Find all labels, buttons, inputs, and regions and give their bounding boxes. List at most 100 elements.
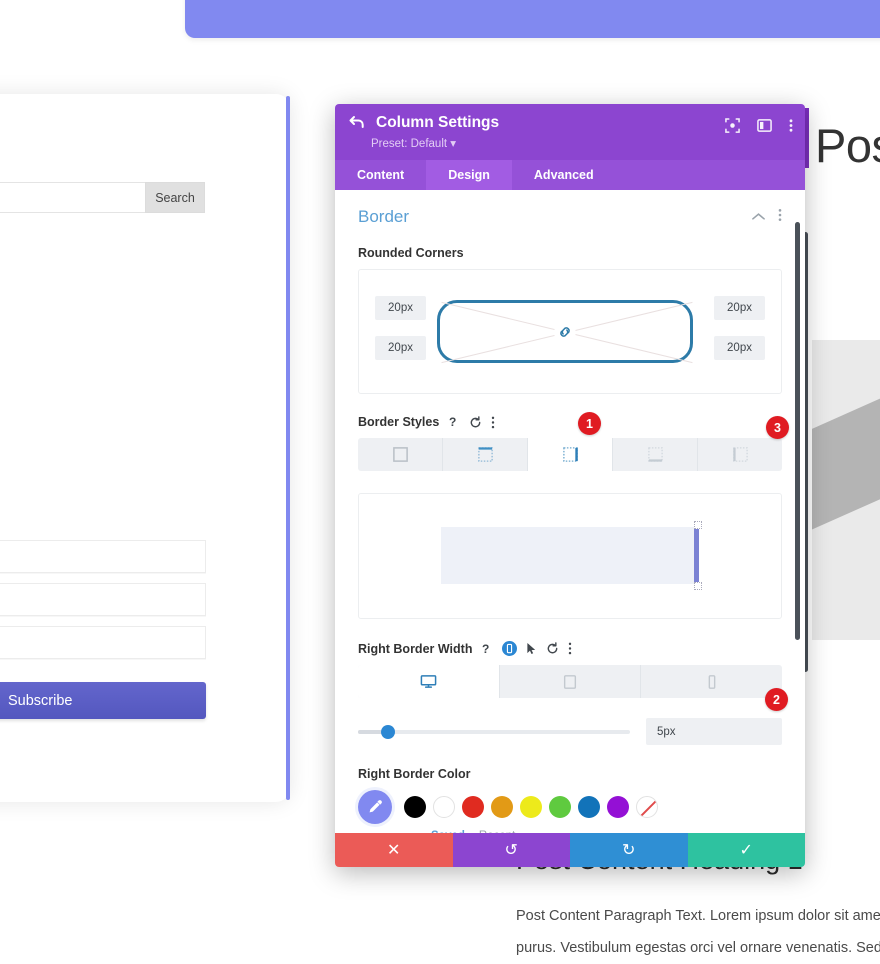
preset-selector[interactable]: Preset: Default ▾ bbox=[371, 136, 791, 150]
recent-colors-tab[interactable]: Recent bbox=[479, 830, 515, 834]
modal-header: Column Settings Preset: Default ▾ bbox=[335, 104, 805, 160]
color-swatch-row bbox=[358, 790, 782, 824]
swatch-green[interactable] bbox=[549, 796, 571, 818]
modal-body: Border Rounded Corners 20px 20px 20px 20… bbox=[335, 190, 805, 833]
paragraph-line-1: Post Content Paragraph Text. Lorem ipsum… bbox=[516, 908, 880, 924]
post-title: Pos bbox=[815, 119, 880, 172]
rounded-corners-control: 20px 20px 20px 20px bbox=[358, 269, 782, 394]
annotation-badge-3: 3 bbox=[766, 416, 789, 439]
chevron-down-icon: ▾ bbox=[450, 138, 457, 150]
border-preview-box bbox=[358, 493, 782, 619]
phone-icon[interactable] bbox=[641, 665, 782, 698]
more-colors-icon[interactable]: ••• bbox=[378, 828, 417, 833]
right-border-width-value[interactable]: 5px bbox=[646, 718, 782, 745]
border-preview-element bbox=[441, 521, 702, 590]
corner-top-right-input[interactable]: 20px bbox=[714, 296, 765, 320]
border-style-right-side[interactable] bbox=[528, 438, 613, 471]
column-settings-modal: Column Settings Preset: Default ▾ Conten… bbox=[335, 104, 805, 867]
category-banner bbox=[185, 0, 880, 38]
cursor-hover-icon[interactable] bbox=[526, 642, 537, 656]
annotation-badge-1: 1 bbox=[578, 412, 601, 435]
annotation-badge-2: 2 bbox=[765, 688, 788, 711]
focus-icon[interactable] bbox=[725, 118, 740, 138]
swatch-purple[interactable] bbox=[607, 796, 629, 818]
cancel-button[interactable]: ✕ bbox=[335, 833, 453, 867]
help-icon[interactable]: ? bbox=[481, 642, 493, 656]
corner-preview-shape bbox=[437, 300, 693, 363]
preview-handle[interactable] bbox=[694, 521, 702, 529]
border-styles-label: Border Styles bbox=[358, 415, 440, 429]
tablet-icon[interactable] bbox=[500, 665, 642, 698]
subscribe-field-extra[interactable] bbox=[0, 626, 206, 659]
border-style-bottom-side[interactable] bbox=[613, 438, 698, 471]
border-style-left-side[interactable] bbox=[698, 438, 782, 471]
search-input[interactable] bbox=[0, 182, 145, 213]
responsive-icon[interactable] bbox=[502, 641, 518, 656]
chevron-up-icon[interactable] bbox=[752, 208, 765, 226]
right-border-width-label-row: Right Border Width ? bbox=[358, 641, 782, 656]
swatch-white[interactable] bbox=[433, 796, 455, 818]
kebab-menu-icon[interactable] bbox=[568, 642, 572, 655]
kebab-menu-icon[interactable] bbox=[778, 208, 782, 227]
image-placeholder-diagonal bbox=[812, 340, 880, 545]
reset-icon[interactable] bbox=[546, 642, 559, 655]
corner-top-left-input[interactable]: 20px bbox=[375, 296, 426, 320]
swatch-black[interactable] bbox=[404, 796, 426, 818]
preview-right-border bbox=[694, 527, 699, 584]
sidebar-search-widget[interactable]: Search bbox=[0, 182, 205, 213]
slider-knob[interactable] bbox=[380, 724, 395, 739]
subscribe-field-name[interactable] bbox=[0, 540, 206, 573]
help-icon[interactable]: ? bbox=[448, 415, 460, 429]
paragraph-line-2: purus. Vestibulum egestas orci vel ornar… bbox=[516, 940, 880, 956]
post-content-paragraph: Post Content Paragraph Text. Lorem ipsum… bbox=[516, 900, 880, 964]
save-button[interactable]: ✓ bbox=[687, 833, 805, 867]
right-border-color-label: Right Border Color bbox=[358, 767, 471, 781]
modal-tabs: Content Design Advanced bbox=[335, 160, 805, 190]
saved-colors-tab[interactable]: Saved bbox=[431, 830, 465, 834]
svg-text:?: ? bbox=[482, 642, 489, 656]
border-style-top-side[interactable] bbox=[443, 438, 528, 471]
swatch-red[interactable] bbox=[462, 796, 484, 818]
kebab-menu-icon[interactable] bbox=[789, 118, 793, 138]
right-border-width-label: Right Border Width bbox=[358, 641, 473, 656]
kebab-menu-icon[interactable] bbox=[491, 416, 495, 429]
reset-icon[interactable] bbox=[469, 415, 482, 429]
section-title: Border bbox=[358, 207, 410, 226]
redo-button[interactable]: ↻ bbox=[570, 833, 688, 867]
eyedropper-icon[interactable] bbox=[358, 790, 392, 824]
border-section-header: Border bbox=[358, 207, 782, 227]
undo-button[interactable]: ↺ bbox=[452, 833, 570, 867]
tab-design[interactable]: Design bbox=[426, 160, 512, 190]
border-styles-row bbox=[358, 438, 782, 471]
desktop-icon[interactable] bbox=[358, 665, 500, 698]
modal-title: Column Settings bbox=[376, 114, 500, 131]
swatch-blue[interactable] bbox=[578, 796, 600, 818]
category-banner-label: Category 3 bbox=[131, 46, 205, 61]
subscribe-button[interactable]: Subscribe bbox=[0, 682, 206, 719]
swatch-yellow[interactable] bbox=[520, 796, 542, 818]
color-meta-row: ••• Saved Recent bbox=[378, 828, 782, 833]
corner-bottom-left-input[interactable]: 20px bbox=[375, 336, 426, 360]
responsive-device-tabs bbox=[358, 665, 782, 698]
split-view-icon[interactable] bbox=[757, 118, 772, 138]
subscribe-field-email[interactable] bbox=[0, 583, 206, 616]
preview-handle[interactable] bbox=[694, 582, 702, 590]
back-arrow-icon[interactable] bbox=[349, 115, 365, 132]
swatch-none[interactable] bbox=[636, 796, 658, 818]
sidebar-card-accent-border bbox=[286, 96, 290, 800]
border-style-all-sides[interactable] bbox=[358, 438, 443, 471]
border-styles-label-row: Border Styles ? bbox=[358, 415, 782, 429]
tab-content[interactable]: Content bbox=[335, 160, 426, 190]
svg-text:?: ? bbox=[449, 415, 456, 429]
modal-header-icons bbox=[725, 118, 793, 138]
search-button[interactable]: Search bbox=[145, 182, 205, 213]
swatch-orange[interactable] bbox=[491, 796, 513, 818]
modal-scrollbar[interactable] bbox=[795, 222, 800, 640]
right-border-width-slider[interactable] bbox=[358, 724, 630, 739]
link-icon[interactable] bbox=[554, 322, 576, 341]
tab-advanced[interactable]: Advanced bbox=[512, 160, 616, 190]
corner-bottom-right-input[interactable]: 20px bbox=[714, 336, 765, 360]
preset-label: Preset: Default bbox=[371, 138, 448, 150]
rounded-corners-label: Rounded Corners bbox=[358, 246, 464, 260]
right-border-width-slider-row: 5px bbox=[358, 718, 782, 745]
